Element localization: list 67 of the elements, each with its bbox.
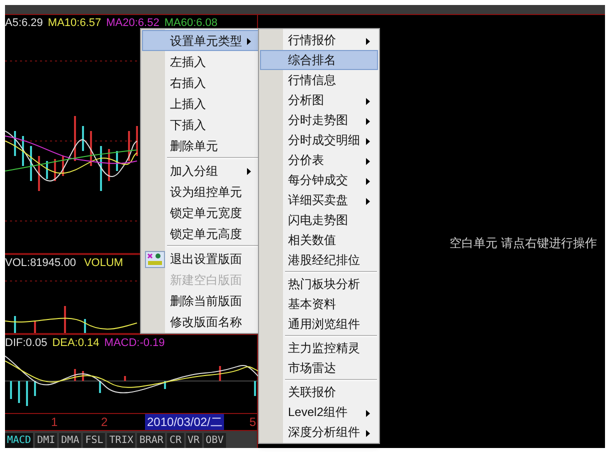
submenu-arrow-icon <box>247 38 251 45</box>
menu-item[interactable]: 行情报价 <box>260 30 378 50</box>
menu-item[interactable]: 热门板块分析 <box>260 274 378 294</box>
indicator-value: DEA:0.14 <box>52 338 100 348</box>
submenu-arrow-icon <box>366 430 370 437</box>
menu-item[interactable]: 港股经纪排位 <box>260 250 378 270</box>
indicator-value: DIF:0.05 <box>5 338 48 348</box>
indicator-value: MA20:6.52 <box>106 18 160 28</box>
indicator-value: A5:6.29 <box>5 18 43 28</box>
menu-item[interactable]: 分时走势图 <box>260 110 378 130</box>
menu-item[interactable]: Level2组件 <box>260 402 378 422</box>
indicator-tab[interactable]: CR <box>167 433 184 448</box>
axis-label: 1 <box>51 416 59 428</box>
menu-item[interactable]: 市场雷达 <box>260 358 378 378</box>
menu-item[interactable]: 设为组控单元 <box>142 181 259 202</box>
indicator-tab[interactable]: FSL <box>83 433 106 448</box>
indicator-value: MA10:6.57 <box>48 18 102 28</box>
submenu-arrow-icon <box>366 198 370 205</box>
menu-item[interactable]: 删除当前版面 <box>142 290 259 311</box>
indicator-tab[interactable]: VR <box>186 433 202 448</box>
submenu-arrow-icon <box>366 178 370 185</box>
indicator-tab[interactable]: DMI <box>35 433 58 448</box>
indicator-tab[interactable]: TRIX <box>107 433 136 448</box>
axis-label: 5 <box>249 416 256 428</box>
submenu-arrow-icon <box>366 158 370 165</box>
menu-item[interactable]: 相关数值 <box>260 230 378 250</box>
menu-item[interactable]: 设置单元类型 <box>142 30 259 51</box>
menu-item[interactable]: 分时成交明细 <box>260 130 378 150</box>
submenu-arrow-icon <box>366 98 370 105</box>
indicator-tab[interactable]: BRAR <box>137 433 166 448</box>
indicator-tab[interactable]: DMA <box>59 433 82 448</box>
blank-panel-message: 空白单元 请点右键进行操作 <box>450 234 597 252</box>
menu-item[interactable]: 每分钟成交 <box>260 170 378 190</box>
menu-item[interactable]: 删除单元 <box>142 135 259 156</box>
menu-item[interactable]: 深度分析组件 <box>260 422 378 442</box>
menu-item[interactable]: 详细买卖盘 <box>260 190 378 210</box>
menu-item[interactable]: 锁定单元高度 <box>142 223 259 244</box>
menu-item[interactable]: 加入分组 <box>142 160 259 181</box>
submenu-arrow-icon <box>366 118 370 125</box>
menu-item[interactable]: 锁定单元宽度 <box>142 202 259 223</box>
menu-item[interactable]: 修改版面名称 <box>142 311 259 332</box>
menu-item[interactable]: 关联报价 <box>260 382 378 402</box>
submenu-arrow-icon <box>366 410 370 417</box>
menu-item[interactable]: 通用浏览组件 <box>260 314 378 334</box>
submenu-arrow-icon <box>366 138 370 145</box>
indicator-value: VOL:81945.00 <box>5 258 76 268</box>
axis-label: 2 <box>101 416 109 428</box>
menu-item[interactable]: 上插入 <box>142 93 259 114</box>
menu-item[interactable]: 分析图 <box>260 90 378 110</box>
indicator-value: MACD:-0.19 <box>104 338 165 348</box>
indicator-value: VOLUM <box>84 258 124 268</box>
menu-item[interactable]: 右插入 <box>142 72 259 93</box>
menu-item[interactable]: 退出设置版面 <box>142 248 259 269</box>
submenu-arrow-icon <box>247 168 251 175</box>
menu-item[interactable]: 闪电走势图 <box>260 210 378 230</box>
menu-item[interactable]: 基本资料 <box>260 294 378 314</box>
menu-item[interactable]: 左插入 <box>142 51 259 72</box>
indicator-value: MA60:6.08 <box>164 18 218 28</box>
current-date: 2010/03/02/二 <box>145 414 224 430</box>
indicator-tab[interactable]: OBV <box>204 433 226 448</box>
menu-item[interactable]: 行情信息 <box>260 70 378 90</box>
submenu-arrow-icon <box>366 38 370 45</box>
menu-item[interactable]: 分价表 <box>260 150 378 170</box>
indicator-tab[interactable]: MACD <box>5 433 34 448</box>
menu-item[interactable]: 主力监控精灵 <box>260 338 378 358</box>
menu-item[interactable]: 综合排名 <box>260 50 378 70</box>
menu-item[interactable]: 下插入 <box>142 114 259 135</box>
